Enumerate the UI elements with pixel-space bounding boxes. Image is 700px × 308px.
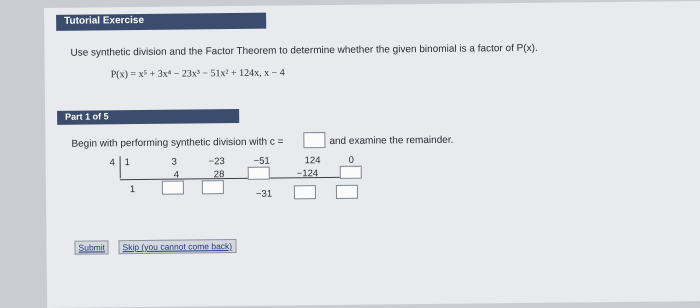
result-input[interactable] <box>161 180 184 195</box>
tutorial-title: Tutorial Exercise <box>64 14 145 27</box>
division-bracket-vertical <box>119 156 121 179</box>
coefficient: 0 <box>348 154 354 166</box>
exercise-page: Tutorial Exercise Use synthetic division… <box>44 1 700 308</box>
c-value-input[interactable] <box>303 132 326 149</box>
product-value: −124 <box>296 168 319 180</box>
prompt-text-end: and examine the remainder. <box>329 134 454 148</box>
part-header: Part 1 of 5 <box>57 108 240 125</box>
divisor-value: 4 <box>109 157 115 169</box>
part-label: Part 1 of 5 <box>65 111 109 122</box>
coefficient: −51 <box>253 155 270 167</box>
product-input[interactable] <box>339 165 362 179</box>
remainder-input[interactable] <box>335 184 359 199</box>
result-value: −31 <box>255 188 273 200</box>
product-value: 28 <box>213 169 225 181</box>
instructions-text: Use synthetic division and the Factor Th… <box>70 42 538 59</box>
polynomial-expression: P(x) = x⁵ + 3x⁴ − 23x³ − 51x² + 124x, x … <box>110 67 285 81</box>
result-value: 1 <box>129 184 136 196</box>
tutorial-header: Tutorial Exercise <box>56 12 267 31</box>
product-input[interactable] <box>247 166 270 180</box>
coefficient: 124 <box>304 155 321 167</box>
coefficient: 3 <box>171 156 177 168</box>
result-input[interactable] <box>201 180 224 195</box>
submit-button[interactable]: Submit <box>74 240 110 255</box>
coefficient: 1 <box>124 157 130 169</box>
skip-button[interactable]: Skip (you cannot come back) <box>118 239 237 255</box>
product-value: 4 <box>173 169 180 181</box>
prompt-text: Begin with performing synthetic division… <box>71 136 284 150</box>
result-input[interactable] <box>293 185 317 200</box>
coefficient: −23 <box>208 156 225 168</box>
